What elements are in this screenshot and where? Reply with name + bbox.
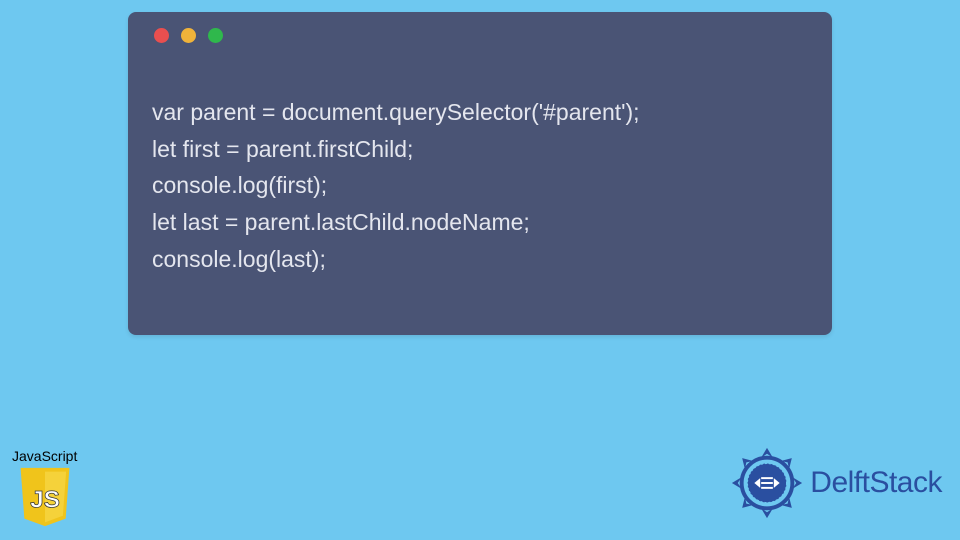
svg-text:JS: JS [30,486,60,513]
js-shield-icon: JS JS [16,466,74,528]
javascript-label: JavaScript [12,448,77,464]
maximize-icon [208,28,223,43]
minimize-icon [181,28,196,43]
code-line: let first = parent.firstChild; [152,136,413,162]
delftstack-badge-icon [728,444,806,522]
code-line: let last = parent.lastChild.nodeName; [152,209,530,235]
delftstack-brand: DelftStack [728,444,942,522]
code-block: var parent = document.querySelector('#pa… [152,57,808,315]
brand-name: DelftStack [810,466,942,500]
code-window: var parent = document.querySelector('#pa… [128,12,832,335]
window-controls [152,28,808,43]
code-line: console.log(last); [152,246,326,272]
code-line: console.log(first); [152,172,327,198]
javascript-logo: JavaScript JS JS [12,448,77,528]
close-icon [154,28,169,43]
code-line: var parent = document.querySelector('#pa… [152,99,640,125]
